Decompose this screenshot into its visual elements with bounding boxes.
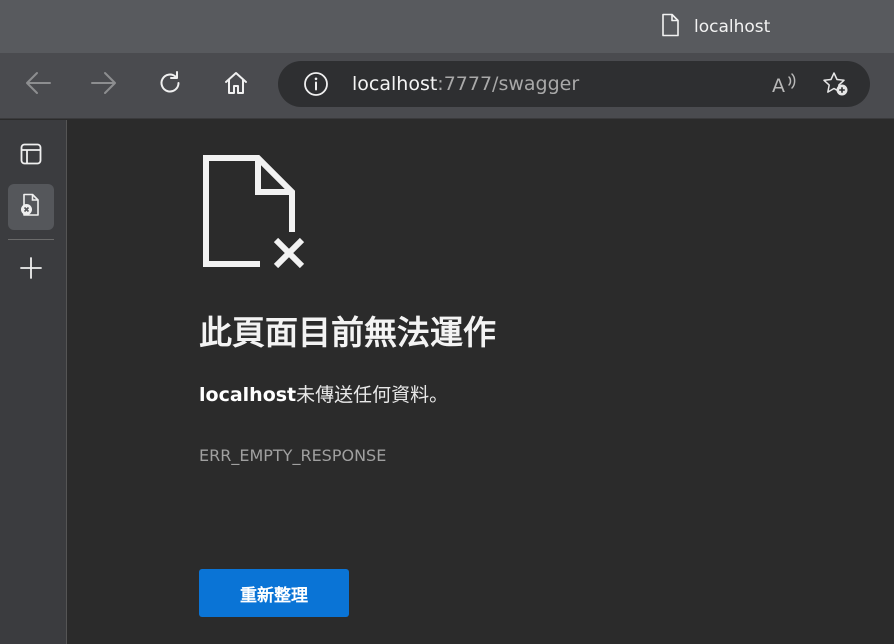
back-arrow-icon [24, 71, 52, 99]
home-button[interactable] [216, 65, 256, 105]
forward-button[interactable] [84, 65, 124, 105]
browser-tab[interactable]: localhost [660, 13, 771, 42]
tab-title: localhost [694, 17, 771, 37]
home-icon [223, 70, 249, 100]
url-path: :7777/swagger [437, 73, 580, 95]
info-icon[interactable] [302, 71, 330, 97]
svg-text:A: A [772, 75, 785, 97]
tab-actions-icon [19, 142, 43, 170]
reload-button[interactable]: 重新整理 [199, 569, 349, 617]
error-host: localhost [199, 384, 297, 406]
error-code: ERR_EMPTY_RESPONSE [199, 446, 387, 465]
broken-file-icon [200, 154, 310, 272]
url-host: localhost [352, 73, 438, 95]
error-message: localhost未傳送任何資料。 [199, 380, 448, 407]
url-text[interactable]: localhost:7777/swagger [352, 73, 579, 95]
error-page: 此頁面目前無法運作 localhost未傳送任何資料。 ERR_EMPTY_RE… [68, 120, 894, 644]
back-button[interactable] [18, 65, 58, 105]
toolbar: localhost:7777/swagger A [0, 53, 894, 119]
tab-actions-button[interactable] [8, 133, 54, 179]
forward-arrow-icon [90, 71, 118, 99]
add-favorite-icon[interactable] [822, 71, 850, 97]
address-bar[interactable]: localhost:7777/swagger A [278, 61, 870, 107]
new-tab-button[interactable] [8, 247, 54, 293]
title-bar: localhost [0, 0, 894, 53]
refresh-button[interactable] [150, 65, 190, 105]
error-page-tab-icon [18, 192, 44, 222]
sidebar-divider [8, 239, 54, 240]
new-tab-plus-icon [19, 256, 43, 284]
error-title: 此頁面目前無法運作 [199, 313, 496, 352]
vertical-tabs-sidebar [0, 120, 67, 644]
refresh-icon [157, 70, 183, 100]
sidebar-tab-error-page[interactable] [8, 184, 54, 230]
page-icon [660, 13, 680, 42]
read-aloud-icon[interactable]: A [770, 71, 798, 97]
error-message-text: 未傳送任何資料。 [296, 384, 449, 406]
